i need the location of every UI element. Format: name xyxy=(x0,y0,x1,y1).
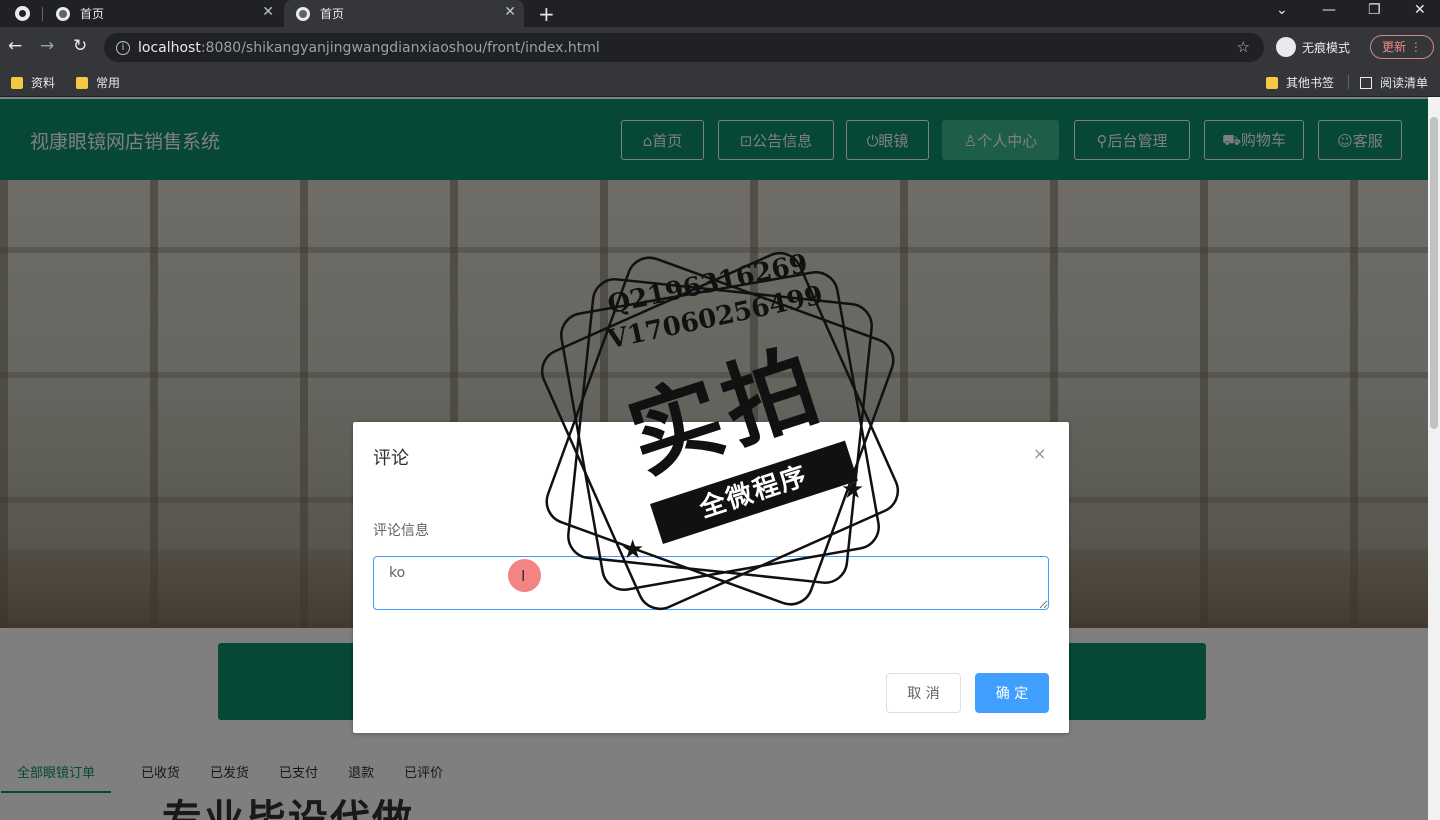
tab-globe-icon xyxy=(296,6,310,21)
bookmark-label: 资料 xyxy=(31,76,56,90)
close-icon[interactable]: × xyxy=(1033,444,1046,463)
site-info-icon[interactable]: i xyxy=(116,40,130,55)
tab-globe-icon xyxy=(56,6,70,21)
tab-separator xyxy=(42,7,43,21)
reload-icon[interactable]: ↻ xyxy=(73,36,87,56)
bookmark-separator xyxy=(1348,75,1349,89)
reading-list-label: 阅读清单 xyxy=(1380,76,1429,90)
bookmark-star-icon[interactable]: ☆ xyxy=(1237,38,1250,56)
url-field[interactable]: i localhost:8080/shikangyanjingwangdianx… xyxy=(104,33,1264,62)
browser-tab-bar: 首页 ✕ 首页 ✕ + ⌄ — ❐ ✕ xyxy=(0,0,1440,27)
tab-search-icon[interactable]: ⌄ xyxy=(1276,2,1288,18)
watermark-stamp: ★ ★ Q2196316269 V17060256499 实拍 全微程序 xyxy=(525,236,915,626)
new-tab-button[interactable]: + xyxy=(538,2,555,26)
close-window-icon[interactable]: ✕ xyxy=(1414,2,1426,18)
folder-icon xyxy=(76,76,88,89)
comment-field-label: 评论信息 xyxy=(373,523,429,539)
bookmark-label: 常用 xyxy=(96,76,121,90)
back-icon[interactable]: ← xyxy=(8,36,22,56)
reading-list[interactable]: 阅读清单 xyxy=(1360,74,1428,91)
bookmark-folder-other[interactable]: 其他书签 xyxy=(1266,74,1334,91)
url-path: :8080/shikangyanjingwangdianxiaoshou/fro… xyxy=(200,39,600,56)
browser-globe-icon[interactable] xyxy=(15,6,30,21)
bookmark-folder-changyong[interactable]: 常用 xyxy=(76,74,120,91)
incognito-indicator[interactable]: 无痕模式 xyxy=(1276,37,1350,57)
update-label: 更新 xyxy=(1382,40,1407,54)
scrollbar-thumb[interactable] xyxy=(1430,117,1438,429)
update-button[interactable]: 更新 ⋮ xyxy=(1370,35,1434,59)
dialog-title: 评论 xyxy=(373,448,409,469)
restore-icon[interactable]: ❐ xyxy=(1368,2,1381,18)
browser-tab-2[interactable]: 首页 ✕ xyxy=(284,0,524,27)
forward-icon[interactable]: → xyxy=(40,36,54,56)
star-icon: ★ xyxy=(621,535,644,565)
bookmark-label: 其他书签 xyxy=(1286,76,1335,90)
minimize-icon[interactable]: — xyxy=(1322,2,1336,18)
folder-icon xyxy=(11,76,23,89)
tab-title: 首页 xyxy=(80,7,105,21)
folder-icon xyxy=(1266,76,1278,89)
reading-list-icon xyxy=(1360,76,1372,89)
confirm-button[interactable]: 确 定 xyxy=(975,673,1049,713)
tab-title: 首页 xyxy=(320,7,345,21)
browser-tab-1[interactable]: 首页 ✕ xyxy=(44,0,282,27)
bookmarks-bar: 资料 常用 其他书签 阅读清单 xyxy=(0,67,1440,97)
address-bar: ← → ↻ i localhost:8080/shikangyanjingwan… xyxy=(0,27,1440,67)
page-scrollbar[interactable] xyxy=(1428,97,1440,820)
tab-close-icon[interactable]: ✕ xyxy=(504,4,516,20)
cancel-button[interactable]: 取 消 xyxy=(886,673,961,713)
url-host: localhost xyxy=(138,39,201,56)
incognito-label: 无痕模式 xyxy=(1302,40,1351,55)
incognito-icon xyxy=(1276,37,1296,57)
bookmark-folder-ziliao[interactable]: 资料 xyxy=(11,74,55,91)
tab-close-icon[interactable]: ✕ xyxy=(262,4,274,20)
